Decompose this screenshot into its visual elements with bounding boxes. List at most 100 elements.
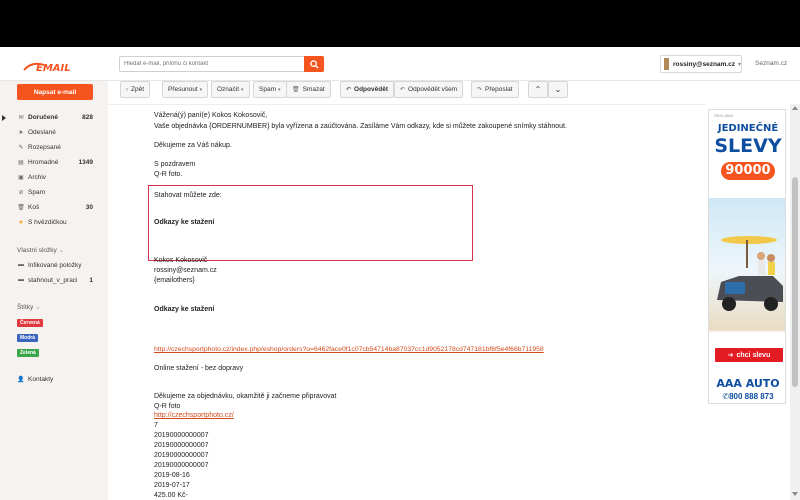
ad-headline: SLEVY <box>714 135 782 157</box>
download-links-heading: Odkazy ke stažení <box>154 306 215 313</box>
folder-count: 828 <box>82 113 93 121</box>
scroll-up-icon[interactable] <box>792 106 798 110</box>
order-thanks-text: Děkujeme za objednávku, okamžitě ji začn… <box>154 393 337 400</box>
ad-headline: JEDINEČNÉ <box>717 123 779 134</box>
back-button[interactable]: ‹ Zpět <box>120 81 151 98</box>
next-message-button[interactable]: ⌄ <box>548 81 568 98</box>
button-label: Označit <box>217 86 240 93</box>
order-detail-line: 20190000000007 <box>154 462 209 469</box>
move-button[interactable]: Přesunout ▾ <box>162 81 209 98</box>
sidebar-item-contacts[interactable]: 👤 Kontakty <box>17 373 97 385</box>
sidebar-item-stahnout[interactable]: ▬ stahnout_v_praci 1 <box>17 274 97 286</box>
search-icon <box>309 59 319 69</box>
online-download-text: Online stažení - bez dopravy <box>154 365 244 372</box>
forward-button[interactable]: ↷ Přeposlat <box>471 81 519 98</box>
regards-text: S pozdravem <box>154 161 196 168</box>
scrollbar[interactable] <box>790 104 800 500</box>
reply-button[interactable]: ↶ Odpovědět <box>340 81 394 98</box>
company-name: Q-R foto <box>154 403 181 410</box>
sidebar-item-bulk[interactable]: ▤ Hromadné 1349 <box>17 156 97 168</box>
scrollbar-thumb[interactable] <box>792 177 798 387</box>
sidebar-item-drafts[interactable]: ✎ Rozepsané <box>17 141 97 153</box>
chevron-down-icon: ▾ <box>241 86 244 93</box>
signature-others: {emailothers} <box>154 277 195 284</box>
section-label: Vlastní složky <box>17 247 57 254</box>
signature-email: rossiny@seznam.cz <box>154 267 217 274</box>
chevron-down-icon: ⌄ <box>58 247 65 254</box>
download-here-text: Stahovat můžete zde: <box>154 192 222 199</box>
order-detail-line: 20190000000007 <box>154 442 209 449</box>
sidebar-item-archive[interactable]: ▣ Archiv <box>17 171 97 183</box>
previous-message-button[interactable]: ⌃ <box>528 81 548 98</box>
button-label: Odpovědět všem <box>408 86 458 93</box>
chevron-down-icon: ▾ <box>199 86 203 93</box>
search-input[interactable] <box>119 56 304 72</box>
active-folder-marker <box>2 115 6 121</box>
message-paragraph: Vaše objednávka {ORDERNUMBER} byla vyříz… <box>154 123 567 130</box>
spam-icon: ⊘ <box>18 189 24 196</box>
email-logo[interactable]: EMAIL <box>22 59 84 75</box>
folder-label: Rozepsané <box>28 143 61 151</box>
ad-cta-button[interactable]: ➜ chci slevu <box>715 348 783 362</box>
button-label: Přesunout <box>168 86 198 93</box>
folder-label: Koš <box>28 203 40 211</box>
order-detail-line: 2019-07-17 <box>154 482 190 489</box>
bulk-icon: ▤ <box>18 159 24 166</box>
folder-label: Spam <box>28 188 45 196</box>
tag-green[interactable]: Zelená <box>17 349 39 357</box>
folder-label: Archiv <box>28 173 47 181</box>
chevron-down-icon: ⌄ <box>35 304 41 311</box>
signature-name: Kokos Kokosovič <box>154 257 208 264</box>
ad-banner[interactable]: REKLAMA JEDINEČNÉ SLEVY 90000 ➜ chci sle… <box>708 109 786 404</box>
chevron-down-icon: ▾ <box>737 61 741 68</box>
button-label: Zpět <box>131 86 145 93</box>
button-label: Odpovědět <box>354 86 388 93</box>
mark-button[interactable]: Označit ▾ <box>211 81 250 98</box>
folder-label: Kontakty <box>28 375 54 383</box>
order-detail-line: 7 <box>154 422 158 429</box>
custom-folders-heading[interactable]: Vlastní složky ⌄ <box>17 246 64 254</box>
download-links-heading: Odkazy ke stažení <box>154 219 215 226</box>
sidebar: Napsat e-mail ✉ Doručené 828 ➤ Odeslané … <box>0 81 108 500</box>
tag-blue[interactable]: Modrá <box>17 334 38 342</box>
sidebar-item-infected[interactable]: ▬ Infikované položky <box>17 259 97 271</box>
company-link[interactable]: http://czechsportphoto.cz/ <box>154 411 234 420</box>
sidebar-item-spam[interactable]: ⊘ Spam <box>17 186 97 198</box>
scroll-down-icon[interactable] <box>792 492 798 496</box>
ad-column: REKLAMA JEDINEČNÉ SLEVY 90000 ➜ chci sle… <box>706 104 790 500</box>
email-app: EMAIL rossiny@seznam.cz ▾ Seznam.cz Naps… <box>0 47 800 500</box>
chevron-down-icon: ▾ <box>277 86 281 93</box>
sidebar-item-sent[interactable]: ➤ Odeslané <box>17 126 97 138</box>
trash-icon: 🗑 <box>292 87 300 93</box>
sidebar-item-starred[interactable]: ★ S hvězdičkou <box>17 216 97 228</box>
sidebar-item-inbox[interactable]: ✉ Doručené 828 <box>17 111 97 123</box>
section-label: Štítky <box>17 304 34 311</box>
button-label: Spam <box>259 86 276 93</box>
tags-heading[interactable]: Štítky ⌄ <box>17 303 41 311</box>
compose-button[interactable]: Napsat e-mail <box>17 84 93 100</box>
order-detail-line: 20190000000007 <box>154 452 209 459</box>
folder-label: S hvězdičkou <box>28 218 67 226</box>
sidebar-item-trash[interactable]: 🗑 Koš 30 <box>17 201 97 213</box>
ad-phone: ✆800 888 873 <box>709 392 785 401</box>
order-detail-line: 2019-08-16 <box>154 472 190 479</box>
button-label: Přeposlat <box>485 86 513 93</box>
trash-icon: 🗑 <box>17 204 25 211</box>
thanks-text: Děkujeme za Váš nákup. <box>154 142 232 149</box>
message-body: Vážená(ý) paní(e) Kokos Kokosovič, Vaše … <box>108 104 706 500</box>
seznam-link[interactable]: Seznam.cz <box>755 60 787 67</box>
delete-button[interactable]: 🗑 Smazat <box>286 81 331 98</box>
user-menu[interactable]: rossiny@seznam.cz ▾ <box>660 55 742 73</box>
tag-red[interactable]: Červená <box>17 319 43 327</box>
spam-button[interactable]: Spam ▾ <box>253 81 287 98</box>
order-link[interactable]: http://czechsportphoto.cz/index.php/esho… <box>154 345 544 354</box>
inbox-icon: ✉ <box>18 114 24 121</box>
chevron-left-icon: ‹ <box>126 86 128 93</box>
reply-all-icon: ↶ <box>400 87 406 93</box>
chevron-down-icon: ⌄ <box>554 85 562 94</box>
reply-all-button[interactable]: ↶ Odpovědět všem <box>394 81 464 98</box>
search-button[interactable] <box>304 56 324 72</box>
folder-label: Doručené <box>28 113 58 121</box>
folder-label: Hromadné <box>28 158 59 166</box>
logo-text: EMAIL <box>36 63 71 74</box>
